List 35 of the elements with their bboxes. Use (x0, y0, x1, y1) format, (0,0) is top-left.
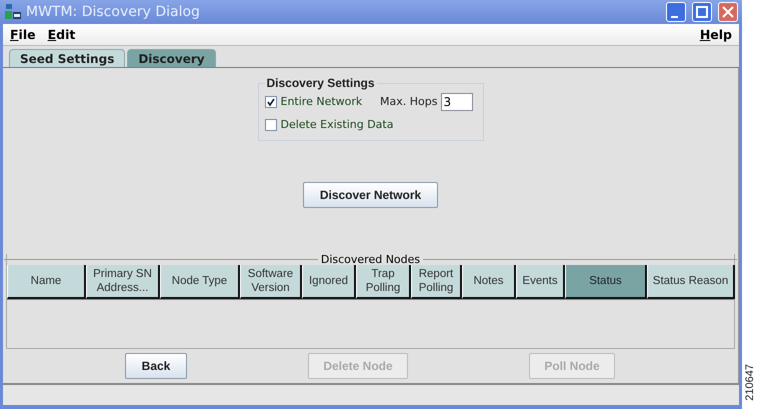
table-title: Discovered Nodes (320, 252, 420, 266)
menu-item[interactable]: File (10, 27, 36, 42)
checkbox[interactable] (264, 118, 276, 130)
checkbox-label: Delete Existing Data (280, 118, 394, 131)
tab[interactable]: Seed Settings (9, 49, 126, 67)
discover-network-button[interactable]: Discover Network (303, 182, 438, 208)
app-icon (4, 3, 22, 21)
maximize-icon (696, 6, 708, 18)
tab[interactable]: Discovery (127, 49, 216, 67)
close-icon (722, 6, 734, 18)
column-header[interactable]: Ignored (302, 265, 356, 299)
close-button[interactable] (718, 2, 738, 22)
figure-number: 210647 (744, 364, 756, 401)
column-header[interactable]: Report Polling (411, 265, 462, 299)
column-header[interactable]: Events (516, 265, 565, 299)
column-header[interactable]: Name (7, 265, 86, 299)
group-title: Discovery Settings (266, 76, 376, 90)
action-button[interactable]: Back (125, 353, 187, 379)
column-header[interactable]: Status Reason (647, 265, 735, 299)
minimize-button[interactable] (666, 2, 686, 22)
column-header[interactable]: Status (565, 265, 647, 299)
checkbox[interactable] (264, 96, 276, 108)
column-header[interactable]: Primary SN Address... (86, 265, 160, 299)
max-hops-field[interactable]: 3 (440, 92, 472, 110)
column-header[interactable]: Trap Polling (356, 265, 411, 299)
menu-item[interactable]: Help (700, 27, 732, 42)
column-header[interactable]: Software Version (240, 265, 302, 299)
window-title: MWTM: Discovery Dialog (26, 4, 201, 20)
column-header[interactable]: Notes (462, 265, 516, 299)
field-label: Max. Hops (380, 95, 438, 108)
menu-item[interactable]: Edit (48, 27, 76, 42)
maximize-button[interactable] (692, 2, 712, 22)
checkbox-label: Entire Network (280, 95, 362, 108)
column-header[interactable]: Node Type (160, 265, 240, 299)
minimize-icon (670, 16, 678, 18)
